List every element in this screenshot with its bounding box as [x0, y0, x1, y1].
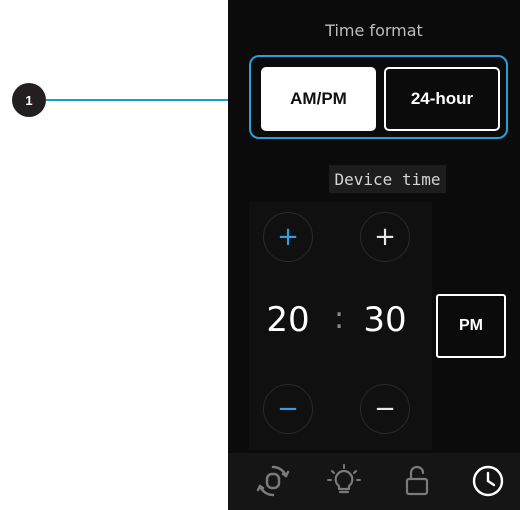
minute-decrement-button[interactable]: − [360, 384, 410, 434]
device-screen: Time format AM/PM 24-hour Device time + … [228, 0, 520, 510]
callout-number: 1 [25, 92, 33, 108]
clock-icon [472, 465, 504, 497]
nav-light[interactable] [324, 461, 364, 501]
watch-sync-icon [256, 465, 290, 497]
nav-watch-sync[interactable] [253, 461, 293, 501]
period-toggle-button[interactable]: PM [436, 294, 506, 358]
24-hour-format-button[interactable]: 24-hour [384, 67, 500, 131]
minute-increment-button[interactable]: + [360, 212, 410, 262]
plus-icon: + [374, 222, 396, 252]
hour-value: 20 [266, 300, 310, 340]
callout-badge: 1 [12, 83, 46, 117]
device-time-label: Device time [329, 165, 446, 193]
time-format-title: Time format [325, 21, 423, 40]
hour-increment-button[interactable]: + [263, 212, 313, 262]
lightbulb-icon [327, 464, 361, 494]
minute-value: 30 [363, 300, 407, 340]
minus-icon: − [277, 394, 299, 424]
hour-decrement-button[interactable]: − [263, 384, 313, 434]
minus-icon: − [374, 394, 396, 424]
plus-icon: + [277, 222, 299, 252]
unlock-icon [405, 465, 429, 496]
nav-clock[interactable] [468, 461, 508, 501]
time-separator: : [334, 301, 345, 336]
callout-line [46, 99, 249, 101]
bottom-navigation [228, 453, 520, 510]
time-format-selector: AM/PM 24-hour [249, 55, 508, 139]
ampm-format-button[interactable]: AM/PM [261, 67, 376, 131]
nav-lock[interactable] [397, 461, 437, 501]
